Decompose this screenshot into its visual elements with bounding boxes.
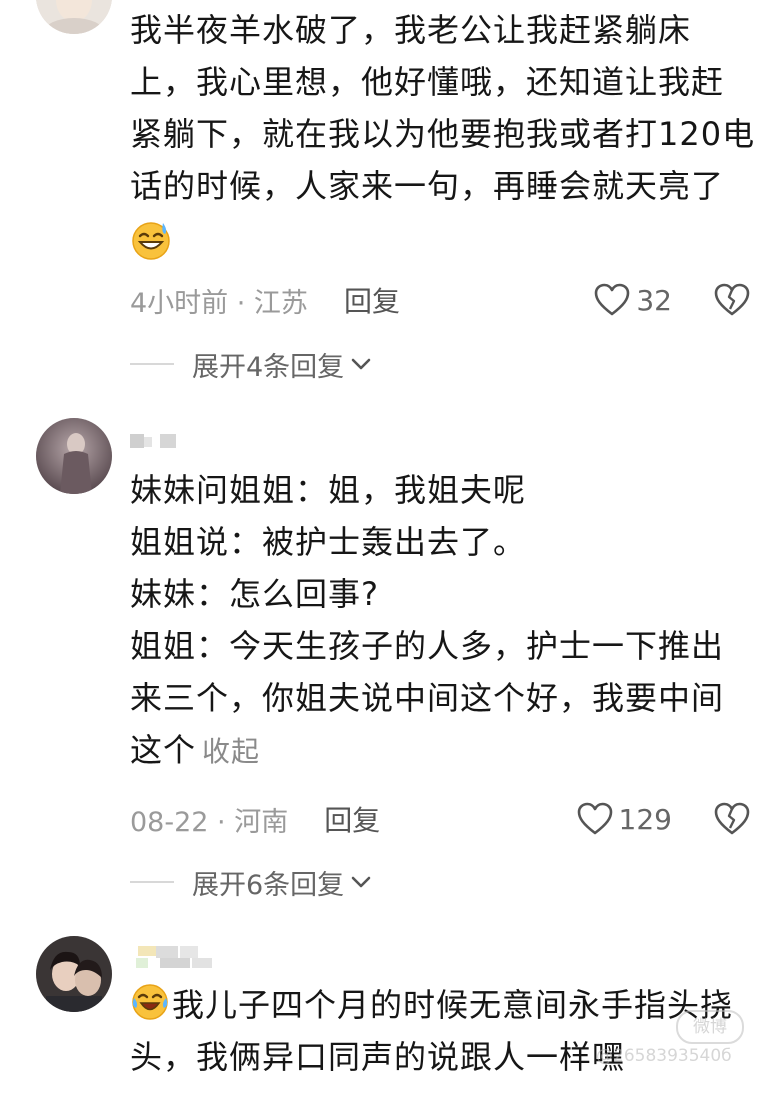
sweat-smile-emoji (132, 222, 170, 260)
time-location: 4小时前 · 江苏 (130, 287, 308, 319)
expand-label: 展开4条回复 (192, 351, 345, 383)
avatar[interactable] (36, 0, 112, 34)
chevron-down-icon (350, 875, 372, 889)
comment-line: 上，我心里想，他好懂哦，还知道让我赶 (130, 63, 725, 101)
comment-last-line: 这个 收起 (130, 724, 750, 778)
comment-line: 我儿子四个月的时候无意间永手指头挠 (172, 986, 734, 1024)
comment-body: 妹妹问姐姐：姐，我姐夫呢 姐姐说：被护士轰出去了。 妹妹：怎么回事? 姐姐：今天… (130, 464, 750, 778)
blurred-username (130, 434, 176, 448)
comment-body: 我儿子四个月的时候无意间永手指头挠 头，我俩异口同声的说跟人一样嘿 (130, 979, 750, 1083)
comment-line: 姐姐：今天生孩子的人多，护士一下推出 (130, 627, 725, 665)
crying-laughing-emoji (132, 984, 168, 1020)
username[interactable] (130, 432, 190, 452)
emoji-line (130, 212, 750, 264)
like-button[interactable]: 129 (577, 802, 672, 836)
comment-line: 话的时候，人家来一句，再睡会就天亮了 (130, 167, 725, 205)
reply-button[interactable]: 回复 (324, 799, 380, 839)
reply-button[interactable]: 回复 (344, 280, 400, 320)
like-count: 32 (636, 283, 672, 317)
divider (130, 881, 174, 883)
collapse-button[interactable]: 收起 (202, 735, 260, 768)
comment-line: 来三个，你姐夫说中间这个好，我要中间 (130, 679, 725, 717)
broken-heart-icon (714, 283, 750, 316)
dislike-button[interactable] (714, 802, 750, 836)
avatar-image (36, 0, 112, 34)
like-button[interactable]: 32 (594, 283, 672, 317)
comment-first-line: 我儿子四个月的时候无意间永手指头挠 (130, 979, 750, 1031)
expand-replies-button[interactable]: 展开4条回复 (130, 344, 372, 384)
heart-icon (577, 802, 612, 835)
comment-line: 妹妹：怎么回事? (130, 575, 379, 613)
broken-heart-icon (714, 802, 750, 835)
heart-icon (595, 283, 630, 316)
username[interactable] (130, 944, 220, 968)
avatar-image (36, 936, 112, 1012)
avatar[interactable] (36, 418, 112, 494)
comment-line: 姐姐说：被护士轰出去了。 (130, 523, 527, 561)
comment-line: 我半夜羊水破了，我老公让我赶紧躺床 (130, 11, 692, 49)
avatar-image (36, 418, 112, 494)
divider (130, 363, 174, 365)
comment-meta: 08-22 · 河南 回复 129 (130, 797, 750, 841)
blurred-username (136, 946, 212, 968)
dislike-button[interactable] (714, 283, 750, 317)
comment-line: 妹妹问姐姐：姐，我姐夫呢 (130, 471, 527, 509)
comment-body: 我半夜羊水破了，我老公让我赶紧躺床 上，我心里想，他好懂哦，还知道让我赶 紧躺下… (130, 4, 756, 264)
comment-meta: 4小时前 · 江苏 回复 32 (130, 278, 750, 322)
comment-line: 这个 (130, 731, 197, 769)
avatar[interactable] (36, 936, 112, 1012)
expand-label: 展开6条回复 (192, 869, 345, 901)
comment-line: 头，我俩异口同声的说跟人一样嘿 (130, 1038, 626, 1076)
comment-line: 紧躺下，就在我以为他要抱我或者打120电 (130, 115, 756, 153)
chevron-down-icon (350, 357, 372, 371)
expand-replies-button[interactable]: 展开6条回复 (130, 862, 372, 902)
time-location: 08-22 · 河南 (130, 806, 289, 838)
like-count: 129 (618, 802, 672, 836)
